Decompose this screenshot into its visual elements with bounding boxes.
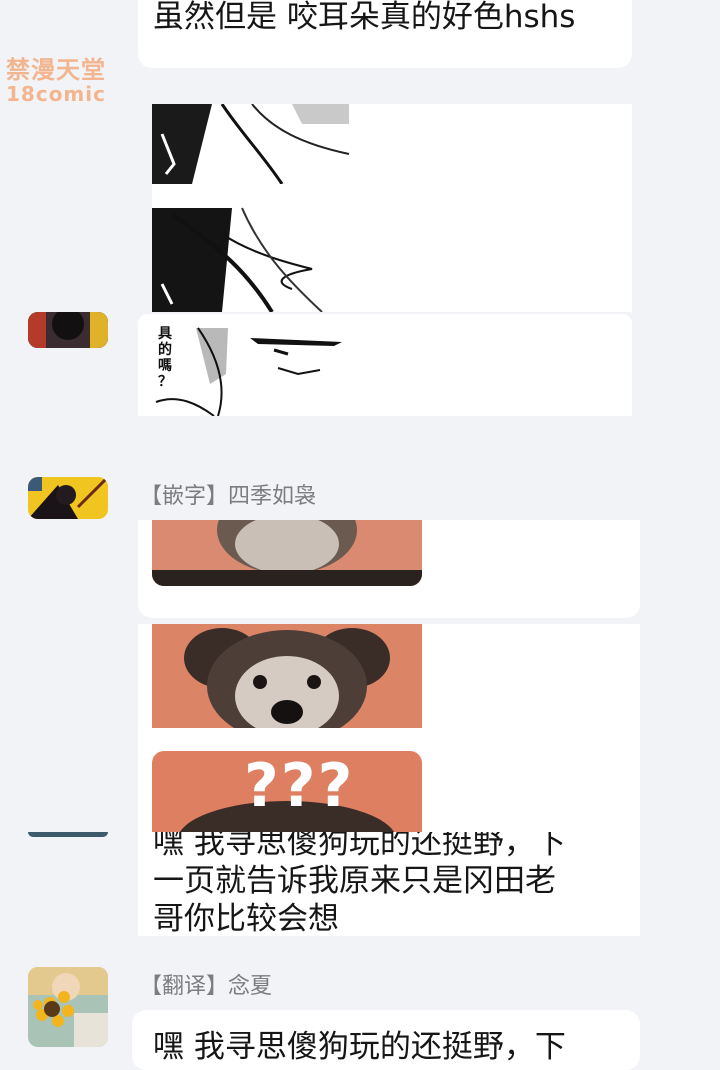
sticker-bubble-2[interactable]: ??? bbox=[138, 624, 640, 832]
message-bubble-bottom[interactable]: 嘿 我寻思傻狗玩的还挺野，下 bbox=[132, 1010, 640, 1070]
message-text-2: 嘿 我寻思傻狗玩的还挺野，下 一页就告诉我原来只是冈田老 哥你比较会想 bbox=[153, 832, 566, 936]
message-bubble-top[interactable]: 虽然但是 咬耳朵真的好色hshs bbox=[138, 0, 632, 68]
manga-panel-image[interactable] bbox=[152, 104, 632, 312]
manga-vertical-text: 具 的 嗎 ？ bbox=[158, 326, 172, 390]
message-text-bottom: 嘿 我寻思傻狗玩的还挺野，下 bbox=[153, 1029, 566, 1065]
sender-name-2: 【翻译】念夏 bbox=[140, 974, 273, 999]
dog-face-icon-2 bbox=[152, 624, 422, 728]
dog-sticker-image[interactable] bbox=[152, 520, 422, 586]
question-marks-text: ??? bbox=[244, 751, 355, 821]
sunflower-avatar-image[interactable] bbox=[28, 967, 108, 1047]
dog-face-icon bbox=[152, 520, 422, 586]
sunflower-icon bbox=[28, 967, 108, 1047]
manga-panel-image-2[interactable]: 具 的 嗎 ？ bbox=[138, 314, 632, 416]
avatar-image-3[interactable] bbox=[28, 832, 108, 837]
message-bubble-2[interactable]: 嘿 我寻思傻狗玩的还挺野，下 一页就告诉我原来只是冈田老 哥你比较会想 bbox=[138, 832, 640, 936]
avatar-image-2[interactable] bbox=[28, 477, 108, 519]
sticker-bubble[interactable] bbox=[138, 520, 640, 618]
watermark-title: 禁漫天堂 bbox=[6, 56, 106, 84]
dog-question-sticker-image[interactable]: ??? bbox=[152, 751, 422, 832]
message-text: 虽然但是 咬耳朵真的好色hshs bbox=[153, 0, 576, 35]
sender-name: 【嵌字】四季如袅 bbox=[140, 484, 317, 509]
avatar-icon bbox=[28, 312, 108, 348]
manga-drawing-icon-2 bbox=[138, 314, 632, 416]
avatar-icon-2 bbox=[28, 477, 108, 519]
manga-drawing-icon bbox=[152, 104, 632, 312]
avatar-image[interactable] bbox=[28, 312, 108, 348]
dog-sticker-image-2[interactable] bbox=[152, 624, 422, 728]
watermark-subtitle: 18comic bbox=[6, 82, 106, 106]
watermark-logo: 禁漫天堂 18comic bbox=[2, 58, 110, 106]
